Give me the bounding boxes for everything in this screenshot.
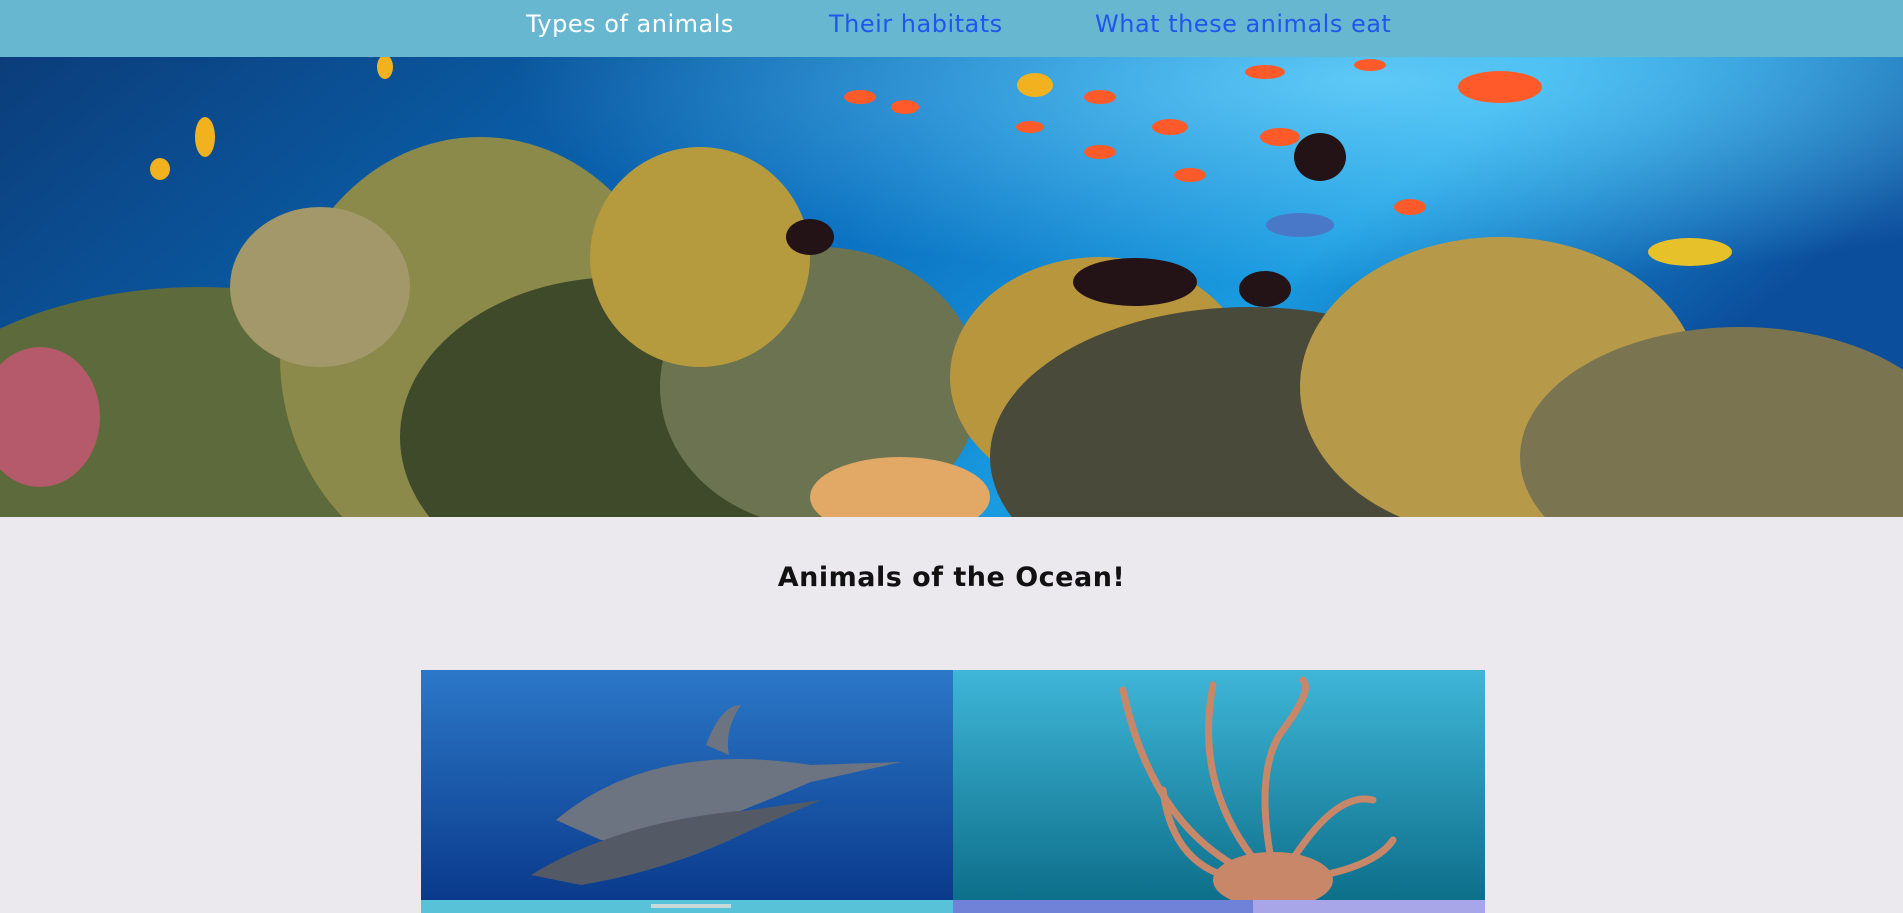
dolphins-image: [421, 670, 953, 900]
reef-image: [421, 900, 953, 913]
octopus-image: [953, 670, 1485, 900]
page-title: Animals of the Ocean!: [777, 562, 1126, 593]
nav-link-what-these-animals-eat[interactable]: What these animals eat: [1095, 10, 1391, 38]
jellyfish-image: [953, 900, 1485, 913]
animal-image-gallery: [421, 670, 1485, 913]
top-navbar: Types of animals Their habitats What the…: [0, 0, 1903, 57]
nav-link-types-of-animals[interactable]: Types of animals: [526, 10, 734, 38]
nav-link-their-habitats[interactable]: Their habitats: [829, 10, 1003, 38]
hero-coral-reef-image: [0, 57, 1903, 517]
